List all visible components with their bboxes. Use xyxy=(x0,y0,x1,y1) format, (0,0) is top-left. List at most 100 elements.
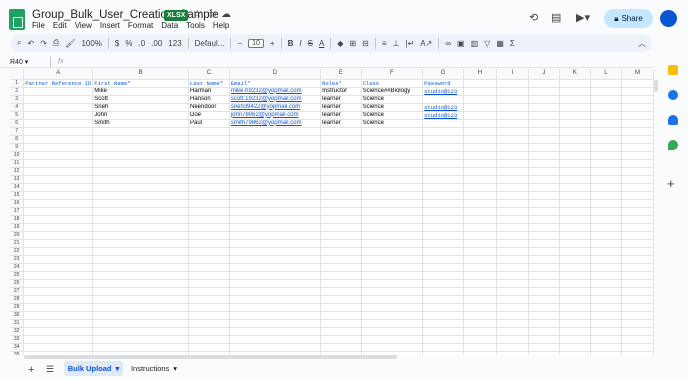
column-header[interactable]: M xyxy=(621,69,654,80)
menu-view[interactable]: View xyxy=(75,21,92,30)
cell[interactable] xyxy=(188,175,230,184)
cell[interactable] xyxy=(361,311,424,320)
cell[interactable] xyxy=(361,167,424,176)
cell[interactable] xyxy=(361,239,424,248)
cell[interactable] xyxy=(23,167,94,176)
cell[interactable] xyxy=(621,127,654,136)
cell[interactable] xyxy=(23,303,94,312)
cell[interactable] xyxy=(496,79,529,88)
cell[interactable] xyxy=(463,255,497,264)
vertical-scrollbar[interactable] xyxy=(654,80,658,92)
cell[interactable] xyxy=(422,191,464,200)
row-header[interactable]: 26 xyxy=(10,279,25,288)
cell[interactable] xyxy=(422,255,464,264)
cell[interactable] xyxy=(463,79,497,88)
cell[interactable] xyxy=(188,151,230,160)
cell[interactable] xyxy=(422,271,464,280)
cell[interactable] xyxy=(496,159,529,168)
cell[interactable] xyxy=(229,327,322,336)
cell[interactable] xyxy=(528,127,560,136)
cell[interactable]: studio@123 xyxy=(422,111,464,120)
cell[interactable] xyxy=(590,239,622,248)
cell[interactable] xyxy=(463,87,497,96)
cell[interactable] xyxy=(621,135,654,144)
cell[interactable] xyxy=(496,311,529,320)
cell[interactable] xyxy=(23,231,94,240)
cell[interactable] xyxy=(463,271,497,280)
add-on-plus-icon[interactable]: + xyxy=(667,176,675,191)
cell[interactable] xyxy=(422,303,464,312)
cell[interactable] xyxy=(463,311,497,320)
cell[interactable]: First Name* xyxy=(92,79,190,88)
cell[interactable] xyxy=(590,159,622,168)
cell[interactable] xyxy=(559,215,591,224)
column-header[interactable]: D xyxy=(229,69,322,80)
cell[interactable] xyxy=(463,263,497,272)
cell[interactable] xyxy=(229,311,322,320)
cell[interactable] xyxy=(229,343,322,352)
cell[interactable] xyxy=(528,207,560,216)
cell[interactable]: Partner Reference ID xyxy=(23,79,94,88)
row-header[interactable]: 8 xyxy=(10,135,25,144)
sheet-tab-bulk-upload[interactable]: Bulk Upload ▾ xyxy=(64,361,123,376)
cell[interactable] xyxy=(621,119,654,128)
cell[interactable] xyxy=(463,319,497,328)
cell[interactable] xyxy=(92,239,190,248)
cell[interactable] xyxy=(361,127,424,136)
cell[interactable] xyxy=(422,287,464,296)
history-icon[interactable]: ⟲ xyxy=(529,11,538,24)
cell[interactable] xyxy=(496,287,529,296)
search-menus-icon[interactable]: ⌕ xyxy=(17,38,21,48)
cell[interactable]: Sneh xyxy=(92,103,190,112)
row-header[interactable]: 31 xyxy=(10,319,25,328)
cell[interactable] xyxy=(229,239,322,248)
cell[interactable] xyxy=(361,231,424,240)
cell[interactable] xyxy=(496,271,529,280)
cell[interactable] xyxy=(361,263,424,272)
cell[interactable] xyxy=(23,287,94,296)
cell[interactable] xyxy=(528,247,560,256)
cell[interactable]: learner xyxy=(320,95,362,104)
cell[interactable] xyxy=(422,183,464,192)
cell[interactable] xyxy=(422,95,464,104)
column-header[interactable]: C xyxy=(188,69,230,80)
cell[interactable] xyxy=(528,303,560,312)
cell[interactable] xyxy=(361,247,424,256)
menu-format[interactable]: Format xyxy=(128,21,153,30)
cell[interactable] xyxy=(559,247,591,256)
cell[interactable] xyxy=(23,311,94,320)
cell[interactable] xyxy=(528,167,560,176)
cell[interactable] xyxy=(463,303,497,312)
cell[interactable] xyxy=(229,223,322,232)
cell[interactable] xyxy=(229,295,322,304)
cell[interactable]: Scott xyxy=(92,95,190,104)
cell[interactable] xyxy=(621,175,654,184)
cell[interactable] xyxy=(590,335,622,344)
cell[interactable] xyxy=(422,311,464,320)
cell[interactable] xyxy=(528,271,560,280)
cell[interactable] xyxy=(621,335,654,344)
cell[interactable] xyxy=(621,263,654,272)
cell[interactable] xyxy=(528,287,560,296)
cell[interactable] xyxy=(23,271,94,280)
cell[interactable] xyxy=(590,111,622,120)
cell[interactable] xyxy=(23,135,94,144)
cell[interactable] xyxy=(361,207,424,216)
cell[interactable] xyxy=(528,311,560,320)
cell[interactable] xyxy=(590,95,622,104)
share-button[interactable]: 🔒︎ Share xyxy=(604,9,653,28)
cell[interactable] xyxy=(361,223,424,232)
cell[interactable]: Mike xyxy=(92,87,190,96)
cell[interactable] xyxy=(528,87,560,96)
row-header[interactable]: 11 xyxy=(10,159,25,168)
cell[interactable] xyxy=(528,295,560,304)
cell[interactable]: Hanson xyxy=(188,95,230,104)
cell[interactable] xyxy=(496,327,529,336)
cell[interactable] xyxy=(559,255,591,264)
tasks-icon[interactable] xyxy=(668,90,678,100)
cell[interactable] xyxy=(320,167,362,176)
functions-icon[interactable]: Σ xyxy=(510,39,515,48)
cell[interactable] xyxy=(496,319,529,328)
cell[interactable] xyxy=(188,327,230,336)
cell[interactable] xyxy=(559,103,591,112)
